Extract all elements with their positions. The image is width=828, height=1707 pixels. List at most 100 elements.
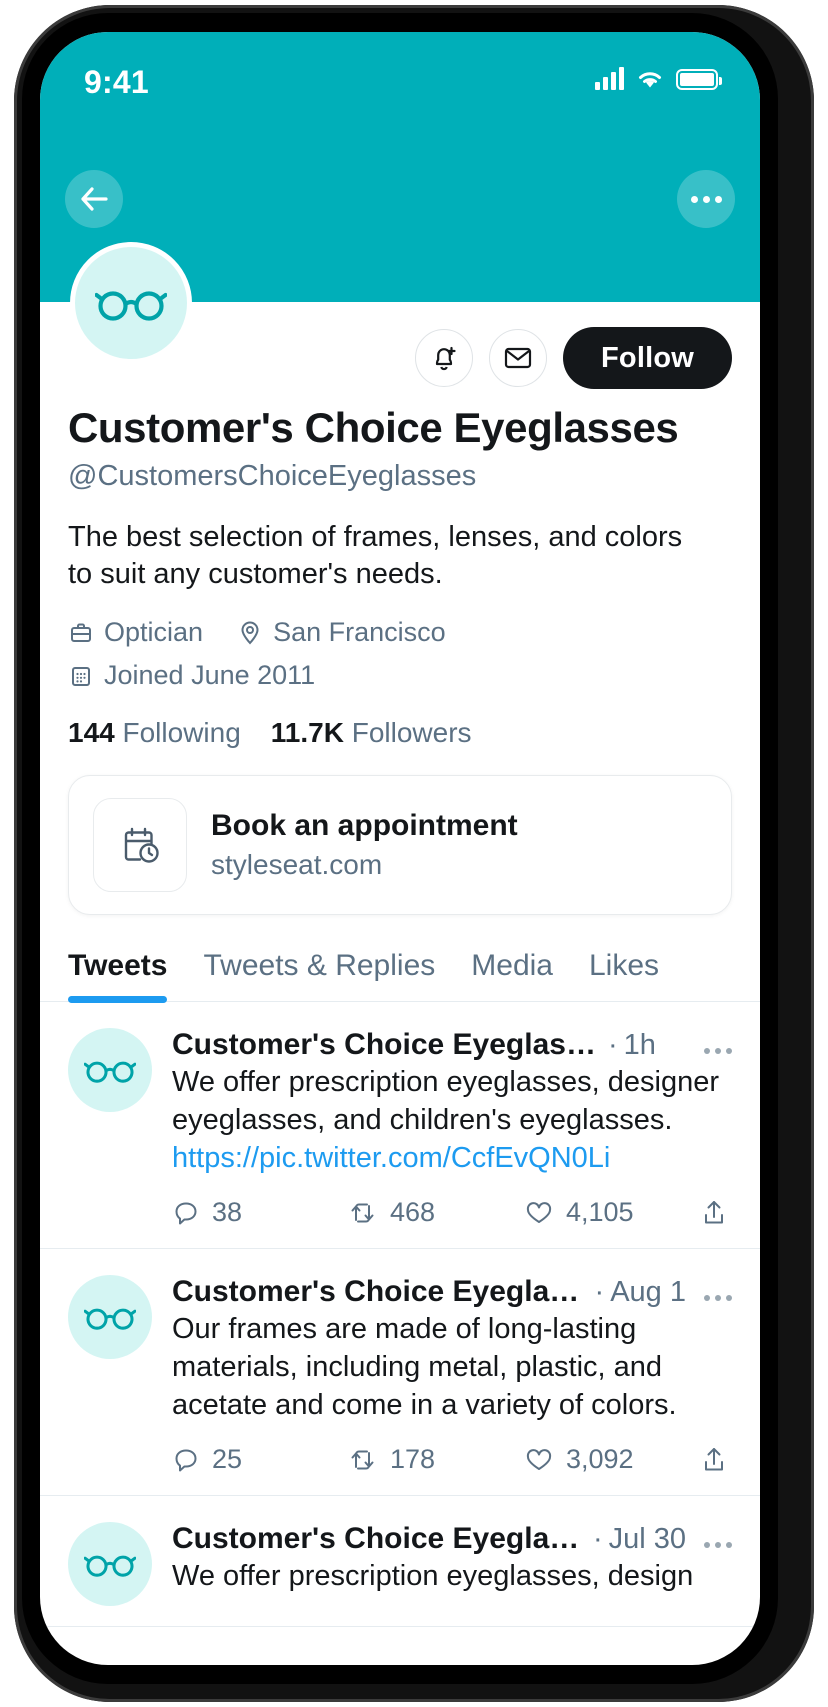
profile-location-label: San Francisco [273,617,446,648]
envelope-icon [502,344,534,372]
share-action[interactable] [700,1445,732,1475]
more-options-icon [690,195,722,203]
wifi-icon [636,68,664,90]
avatar[interactable] [68,1028,152,1113]
calendar-icon [68,663,94,689]
tweet-body: Customer's Choice Eyeglasses · Jul 30 We… [172,1522,732,1606]
briefcase-icon [68,620,94,646]
followers-stat[interactable]: 11.7K Followers [271,717,472,749]
retweet-count: 178 [390,1444,436,1475]
share-icon [700,1198,728,1228]
comment-icon [172,1199,200,1227]
tweet-more-icon[interactable] [690,1295,732,1302]
tweet-more-icon[interactable] [690,1542,732,1549]
tweet-engagement: 38 468 4,105 [172,1197,732,1228]
profile-joined: Joined June 2011 [68,660,315,691]
profile-handle: @CustomersChoiceEyeglasses [68,460,477,492]
calendar-clock-icon [93,798,187,893]
tweet-separator: · [608,1029,618,1062]
profile-category: Optician [68,617,203,648]
profile-category-label: Optician [104,617,204,648]
retweet-action[interactable]: 468 [348,1197,524,1228]
screenshot-stage: 9:41 Follow Customer's Choice Eyeglasses… [0,0,828,1707]
tweet-more-icon[interactable] [690,1048,732,1055]
status-bar-icons [595,66,722,90]
page-title: Customer's Choice Eyeglasses [68,404,679,451]
phone-screen: 9:41 Follow Customer's Choice Eyeglasses… [40,32,760,1665]
like-count: 3,092 [566,1444,634,1475]
avatar[interactable] [68,1522,152,1607]
appointment-card[interactable]: Book an appointment styleseat.com [68,775,732,916]
profile-stats: 144 Following 11.7K Followers [68,717,732,749]
tweet-author-name: Customer's Choice Eyeglasses [172,1028,602,1062]
tweet-author-name: Customer's Choice Eyeglasses [172,1275,589,1309]
reply-action[interactable]: 38 [172,1197,348,1228]
comment-icon [172,1446,200,1474]
tab-media[interactable]: Media [471,949,553,1001]
avatar[interactable] [68,1275,152,1360]
retweet-action[interactable]: 178 [348,1444,524,1475]
bell-plus-icon [429,342,459,374]
eyeglasses-icon [84,1056,136,1084]
tweet-header: Customer's Choice Eyeglasses · Jul 30 [172,1522,732,1556]
profile-meta-row-1: Optician San Francisco [68,617,732,648]
tweet-timestamp: Aug 1 [610,1276,686,1309]
retweet-count: 468 [390,1197,436,1228]
following-count: 144 [68,717,115,749]
eyeglasses-icon [95,284,167,322]
tweet-text: We offer prescription eyeglasses, design… [172,1064,732,1177]
appointment-title: Book an appointment [211,809,518,843]
tab-tweets[interactable]: Tweets [68,949,168,1004]
like-action[interactable]: 4,105 [524,1197,700,1228]
tweet-link[interactable]: https://pic.twitter.com/CcfEvQN0Li [172,1142,610,1174]
message-button[interactable] [488,329,547,387]
following-label: Following [122,717,241,749]
tab-likes[interactable]: Likes [589,949,659,1001]
like-action[interactable]: 3,092 [524,1444,700,1475]
tweet-item[interactable]: Customer's Choice Eyeglasses · Aug 1 Our… [40,1249,760,1497]
share-icon [700,1445,728,1475]
tweet-header: Customer's Choice Eyeglasses · Aug 1 [172,1275,732,1309]
notifications-button[interactable] [414,329,473,387]
profile-bio: The best selection of frames, lenses, an… [68,521,683,591]
profile-joined-label: Joined June 2011 [104,660,316,691]
share-action[interactable] [700,1198,732,1228]
tweet-timestamp: 1h [623,1029,656,1062]
status-bar-time: 9:41 [84,64,149,100]
like-count: 4,105 [566,1197,634,1228]
profile-location: San Francisco [237,617,446,648]
tweet-separator: · [594,1276,605,1309]
appointment-subtitle: styleseat.com [211,849,383,881]
profile-meta-row-2: Joined June 2011 [68,660,732,691]
more-options-button[interactable] [677,170,735,228]
follow-button[interactable]: Follow [562,327,732,389]
back-arrow-icon [79,186,109,212]
tweet-item[interactable]: Customer's Choice Eyeglasses · Jul 30 We… [40,1496,760,1628]
tweet-text-content: We offer prescription eyeglasses, design… [172,1066,719,1136]
tweet-body: Customer's Choice Eyeglasses · 1h We off… [172,1028,732,1228]
appointment-card-text: Book an appointment styleseat.com [211,809,518,881]
reply-count: 38 [212,1197,243,1228]
tweet-text: Our frames are made of long-lasting mate… [172,1313,677,1421]
reply-count: 25 [212,1444,243,1475]
tweet-item[interactable]: Customer's Choice Eyeglasses · 1h We off… [40,1002,760,1250]
retweet-icon [348,1446,378,1474]
back-button[interactable] [65,170,123,228]
heart-icon [524,1446,554,1474]
tweet-timestamp: Jul 30 [608,1523,686,1556]
location-pin-icon [237,620,263,646]
tweet-author-name: Customer's Choice Eyeglasses [172,1522,587,1556]
status-bar: 9:41 [40,32,760,132]
profile-tabs: Tweets Tweets & Replies Media Likes [40,949,760,1004]
avatar[interactable] [70,242,192,364]
tab-tweets-replies[interactable]: Tweets & Replies [203,949,435,1001]
reply-action[interactable]: 25 [172,1444,348,1475]
following-stat[interactable]: 144 Following [68,717,241,749]
signal-bars-icon [595,67,624,90]
eyeglasses-icon [84,1303,136,1331]
profile-section: Follow Customer's Choice Eyeglasses @Cus… [40,242,760,916]
followers-count: 11.7K [270,717,344,749]
tweet-body: Customer's Choice Eyeglasses · Aug 1 Our… [172,1275,732,1475]
tweet-text: We offer prescription eyeglasses, design [172,1560,694,1593]
eyeglasses-icon [84,1550,136,1578]
